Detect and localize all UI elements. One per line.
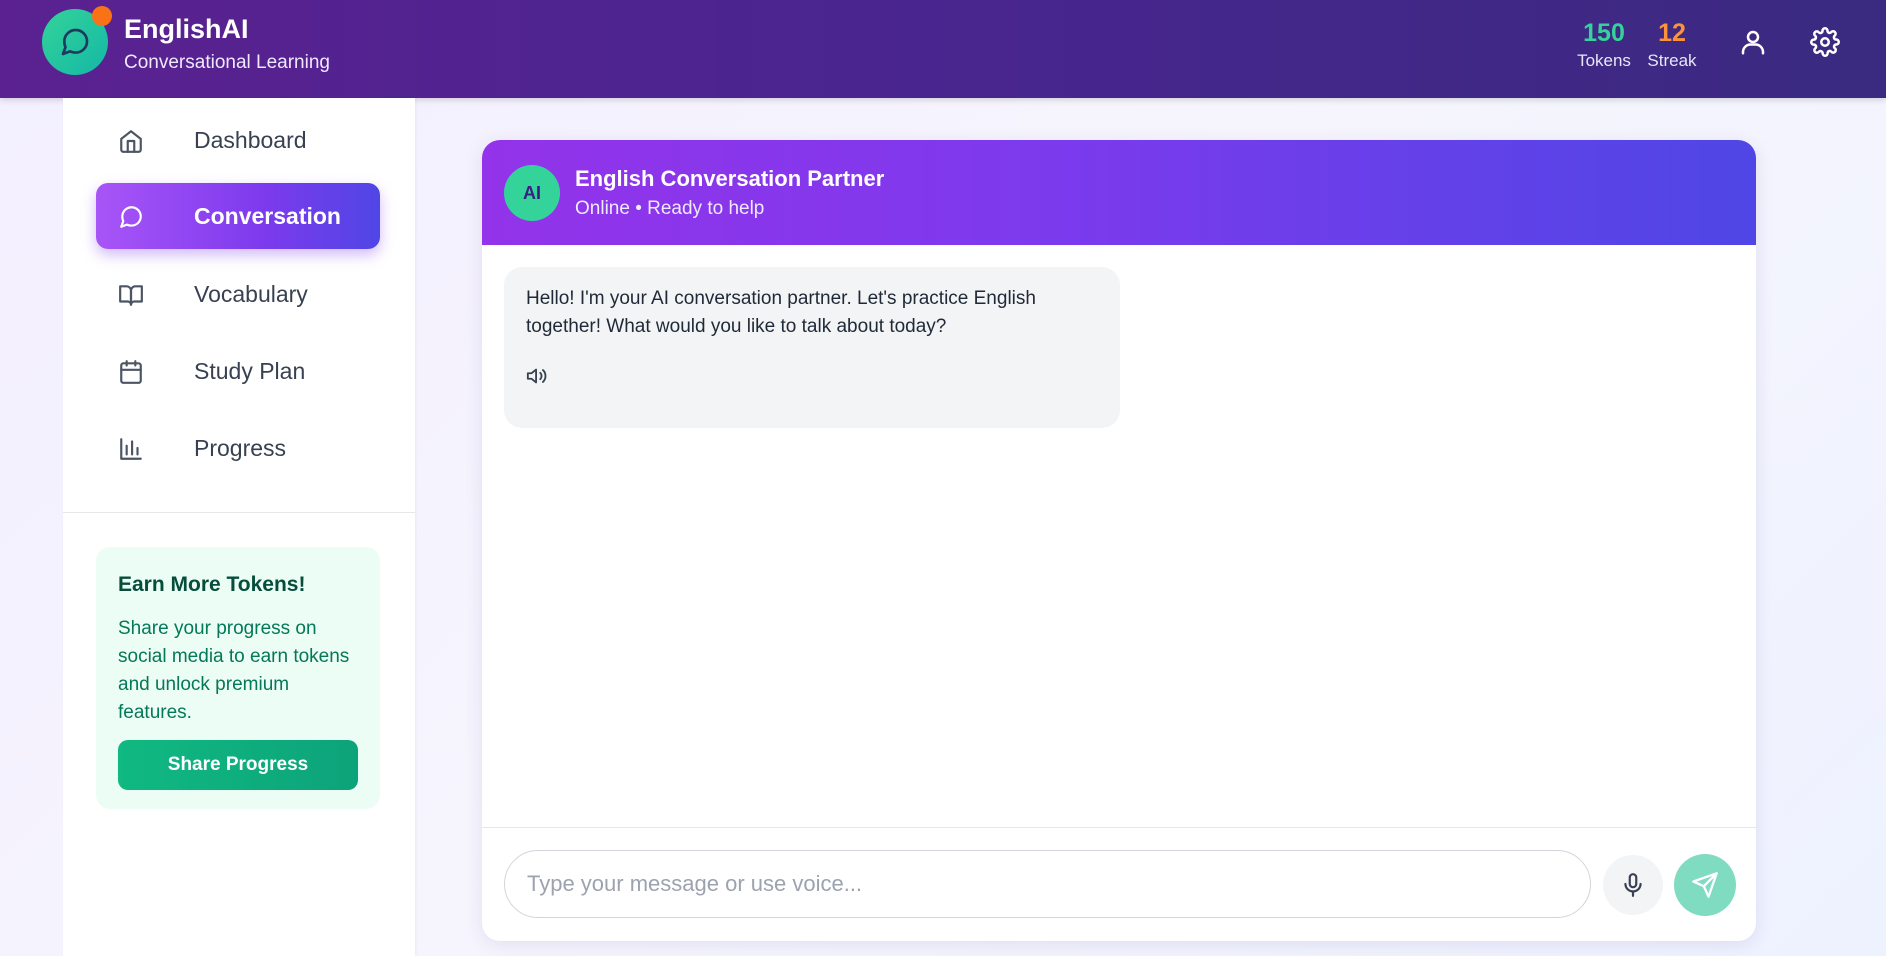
- streak-label: Streak: [1647, 51, 1697, 70]
- settings-button[interactable]: [1810, 27, 1840, 57]
- promo-card: Earn More Tokens! Share your progress on…: [96, 547, 380, 809]
- chat-bubble-icon: [120, 206, 142, 228]
- message-text: Hello! I'm your AI conversation partner.…: [526, 288, 1036, 337]
- voice-input-button[interactable]: [1603, 855, 1663, 915]
- message-composer: [482, 827, 1756, 941]
- tokens-label: Tokens: [1577, 51, 1631, 70]
- sidebar-item-dashboard[interactable]: Dashboard: [96, 107, 380, 173]
- sidebar-item-label: Dashboard: [194, 127, 307, 153]
- gear-icon: [1810, 27, 1840, 57]
- bar-chart-icon: [120, 438, 142, 460]
- sidebar-item-progress[interactable]: Progress: [96, 415, 380, 481]
- sidebar-item-study-plan[interactable]: Study Plan: [96, 338, 380, 404]
- sidebar-item-vocabulary[interactable]: Vocabulary: [96, 261, 380, 327]
- sidebar-item-label: Vocabulary: [194, 281, 308, 307]
- notification-dot: [92, 6, 112, 26]
- sidebar: Dashboard Conversation Vocabulary Study …: [63, 98, 415, 956]
- user-icon: [1741, 30, 1765, 55]
- brand-title: EnglishAI: [124, 14, 249, 44]
- user-profile-button[interactable]: [1738, 27, 1768, 57]
- sidebar-item-label: Study Plan: [194, 358, 306, 384]
- chat-header: AI English Conversation Partner Online •…: [482, 140, 1756, 245]
- calendar-icon: [120, 360, 142, 384]
- ai-message-bubble: Hello! I'm your AI conversation partner.…: [504, 267, 1120, 428]
- speaker-icon: [526, 368, 547, 384]
- tokens-value: 150: [1583, 19, 1625, 47]
- send-icon: [1692, 872, 1718, 898]
- send-button[interactable]: [1674, 854, 1736, 916]
- tokens-stat: 150 Tokens: [1574, 18, 1634, 72]
- avatar: AI: [504, 165, 560, 221]
- share-progress-button[interactable]: Share Progress: [118, 740, 358, 790]
- book-icon: [119, 285, 143, 306]
- chat-panel: AI English Conversation Partner Online •…: [482, 140, 1756, 941]
- app-header: EnglishAI Conversational Learning 150 To…: [0, 0, 1886, 98]
- sidebar-item-label: Conversation: [194, 203, 341, 229]
- sidebar-item-label: Progress: [194, 435, 287, 461]
- play-audio-button[interactable]: [526, 365, 552, 391]
- message-input[interactable]: [504, 850, 1591, 918]
- chat-title: English Conversation Partner: [575, 166, 885, 191]
- streak-value: 12: [1658, 19, 1686, 47]
- chat-status: Online • Ready to help: [575, 198, 765, 219]
- promo-title: Earn More Tokens!: [118, 573, 306, 596]
- microphone-icon: [1624, 873, 1642, 897]
- brand-subtitle: Conversational Learning: [124, 52, 330, 73]
- chat-bubble-icon: [61, 28, 89, 56]
- streak-stat: 12 Streak: [1644, 18, 1700, 72]
- home-icon: [120, 130, 142, 153]
- sidebar-divider: [63, 512, 415, 513]
- sidebar-item-conversation[interactable]: Conversation: [96, 183, 380, 249]
- promo-text: Share your progress on social media to e…: [118, 618, 350, 723]
